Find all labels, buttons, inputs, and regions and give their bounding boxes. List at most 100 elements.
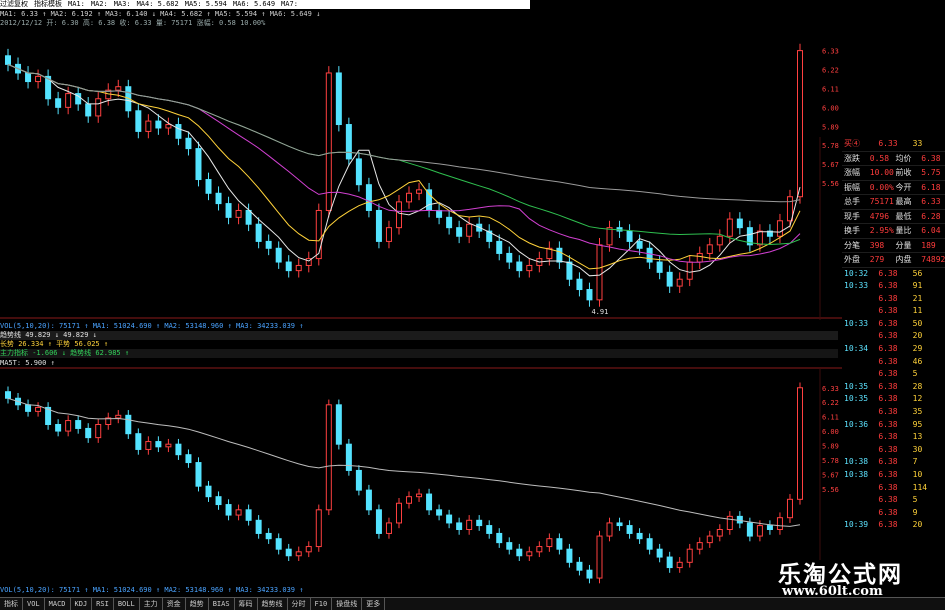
candle-body — [706, 244, 713, 254]
candle-body — [416, 189, 423, 194]
price-axis-label: 6.11 — [822, 85, 839, 93]
quote-value: 0.00% — [869, 182, 894, 192]
toolbar-tab[interactable]: KDJ — [71, 598, 93, 610]
lower-candle-body — [395, 502, 402, 524]
candle-body — [145, 120, 152, 132]
tick-row: 10:33 6.38 50 — [842, 318, 945, 331]
lower-candle-body — [476, 519, 483, 527]
tick-volume: 10 — [912, 470, 923, 479]
candle-body — [676, 278, 683, 287]
tick-row: 10:36 6.38 95 — [842, 419, 945, 432]
lower-candle-body — [666, 556, 673, 569]
tick-row: 10:35 6.38 12 — [842, 393, 945, 406]
tick-row: 10:33 6.38 91 — [842, 280, 945, 293]
tick-volume: 114 — [912, 482, 928, 492]
lower-candle-body — [406, 496, 413, 504]
candle-body — [35, 75, 42, 83]
quote-row: 振幅 0.00% 今开 6.18 — [842, 181, 945, 195]
quote-head: 买④ 6.33 33 — [842, 137, 945, 152]
toolbar-tab[interactable]: VOL — [23, 598, 45, 610]
tick-volume: 7 — [912, 457, 918, 467]
toolbar-tab[interactable]: MACD — [45, 598, 71, 610]
toolbar-tab[interactable]: BIAS — [209, 598, 235, 610]
lower-candle-body — [155, 441, 162, 448]
quote-value: 6.38 — [921, 153, 941, 163]
candle-body — [406, 192, 413, 203]
candle-body — [466, 223, 473, 237]
lower-candle-body — [446, 514, 453, 524]
tick-volume: 29 — [912, 344, 923, 354]
tick-row: 6.38 21 — [842, 293, 945, 306]
lower-candle-body — [606, 522, 613, 537]
indicator-bar-vol[interactable]: VOL(5,10,20): 75171 ↑ MA1: 51024.690 ↑ M… — [0, 322, 838, 331]
toolbar-tab[interactable]: 分时 — [288, 598, 311, 610]
indicator-bar-strength[interactable]: 长势 26.334 ↑ 平势 56.025 ↑ — [0, 340, 838, 349]
lower-candle-body — [696, 542, 703, 550]
quote-label: 均价 — [895, 153, 912, 163]
candle-body — [295, 264, 302, 272]
lower-candle-body — [797, 387, 803, 500]
quote-row: 总手 75171 最高 6.33 — [842, 195, 945, 210]
lower-candle-body — [556, 538, 563, 550]
candle-body — [726, 218, 733, 237]
quote-panel: 买④ 6.33 33 涨跌 0.58 均价 6.38 涨幅 10.00%前收 5.75 振幅 0… — [842, 137, 945, 557]
toolbar-tab[interactable]: BOLL — [114, 598, 140, 610]
lower-price-axis-label: 6.00 — [822, 428, 839, 436]
quote-value: 6.28 — [921, 211, 941, 221]
price-axis-label: 6.00 — [822, 104, 839, 112]
quote-label: 现手 — [844, 211, 860, 221]
candle-body — [65, 93, 72, 108]
toolbar-tab[interactable]: 更多 — [362, 598, 386, 610]
toolbar-tab[interactable]: F10 — [311, 598, 333, 610]
lower-candle-body — [185, 454, 192, 464]
lower-candle-body — [776, 517, 783, 530]
toolbar-tab[interactable]: 资金 — [163, 598, 186, 610]
candle-body — [115, 86, 122, 91]
tick-time: 10:36 — [844, 419, 869, 429]
quote-value: 0.58 — [869, 153, 890, 163]
toolbar-tab[interactable]: 趋势线 — [258, 598, 288, 610]
lower-candle-body — [225, 504, 232, 516]
tick-time — [842, 482, 876, 495]
tick-row: 6.38 46 — [842, 356, 945, 369]
tick-time: 10:33 — [844, 318, 869, 328]
price-axis-label: 5.78 — [822, 142, 839, 150]
lower-candle-body — [586, 569, 593, 579]
lower-price-axis-label: 6.22 — [822, 399, 839, 407]
indicator-bar-main[interactable]: 主力指标 -1.606 ↓ 趋势线 62.985 ↑ — [0, 349, 838, 358]
candle-body — [325, 72, 332, 211]
quote-label: 分笔 — [844, 240, 860, 250]
lower-candle-body — [546, 538, 553, 548]
candle-body — [155, 120, 162, 129]
tick-price: 6.38 — [878, 356, 898, 366]
candle-body — [606, 227, 613, 246]
lower-candle-body — [746, 522, 753, 537]
indicator-bar-ma5t[interactable]: MA5T: 5.900 ↑ — [0, 359, 838, 368]
lower-candle-body — [75, 420, 82, 429]
toolbar-tab[interactable]: 趋势 — [186, 598, 209, 610]
lower-candle-body — [25, 404, 32, 412]
toolbar-tab[interactable]: 主力 — [140, 598, 163, 610]
toolbar-tab[interactable]: 筹码 — [235, 598, 258, 610]
lower-candle-body — [95, 424, 102, 439]
lower-candle-body — [536, 546, 543, 553]
tick-row: 10:38 6.38 7 — [842, 456, 945, 469]
candle-body — [596, 244, 603, 301]
candle-body — [426, 189, 433, 211]
lower-candle-body — [35, 406, 42, 412]
toolbar-tab[interactable]: RSI — [92, 598, 114, 610]
quote-row: 分笔 398 分量 189 — [842, 239, 945, 253]
quote-value: 74892 — [921, 255, 945, 264]
toolbar-tab[interactable]: 指标 — [0, 598, 23, 610]
quote-label: 涨跌 — [844, 153, 860, 163]
indicator-bar-trend[interactable]: 趋势线 49.829 ↓ 49.829 ↓ — [0, 331, 838, 340]
toolbar-tab[interactable]: 操盘线 — [332, 598, 363, 610]
tick-time: 10:34 — [844, 344, 869, 354]
candle-body — [446, 216, 453, 229]
candle-body — [355, 158, 362, 186]
candle-body — [265, 240, 272, 249]
candlestick-chart[interactable]: 6.33 6.33 6.22 6.22 6.11 6.11 6.00 6.00 5.89 5.89… — [0, 0, 842, 597]
candle-body — [315, 209, 322, 260]
candle-body — [776, 220, 783, 237]
tick-list[interactable]: 10:32 6.38 56 10:33 6.38 91 6.38 21 6.38 11 10:33 6… — [842, 268, 945, 532]
